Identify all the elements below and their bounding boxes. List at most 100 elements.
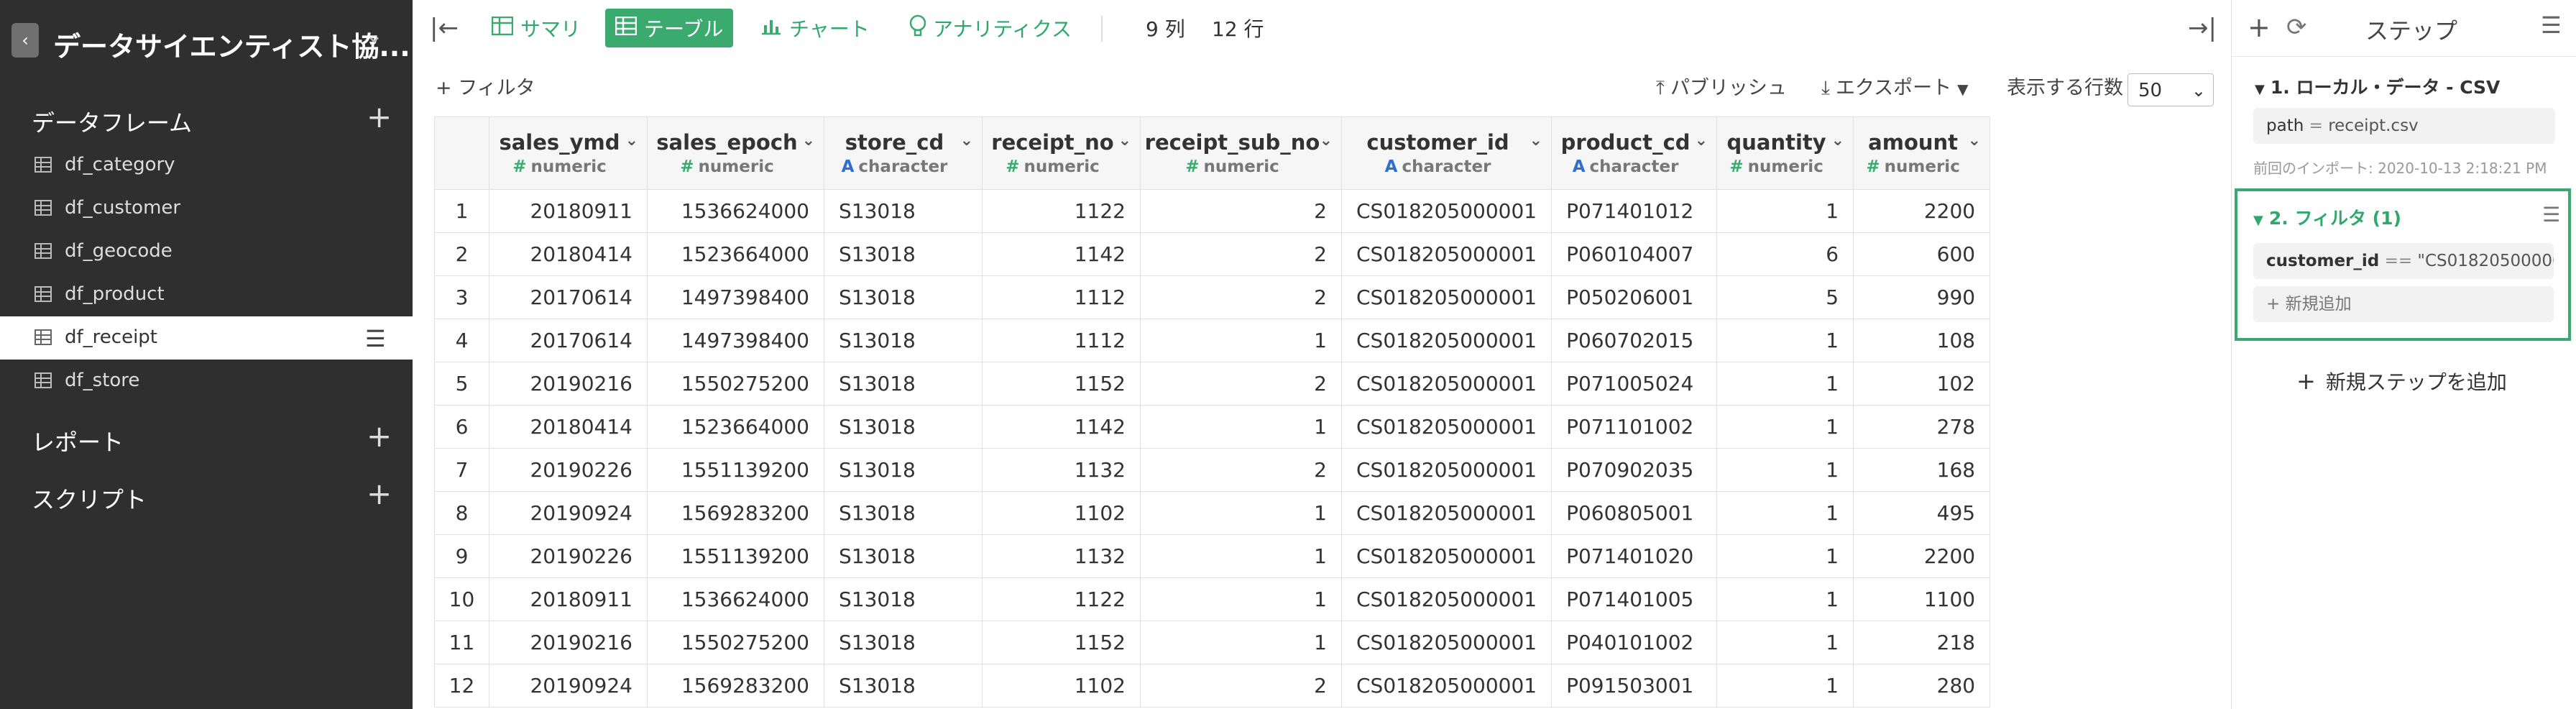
row-index[interactable]: 12: [434, 664, 489, 708]
table-cell[interactable]: CS018205000001: [1340, 232, 1552, 276]
table-cell[interactable]: S13018: [824, 405, 983, 449]
table-cell[interactable]: 20180911: [489, 577, 648, 621]
table-cell[interactable]: 280: [1853, 664, 1991, 708]
sidebar-item-df-geocode[interactable]: df_geocode: [0, 230, 413, 273]
table-cell[interactable]: 1: [1716, 534, 1854, 578]
table-cell[interactable]: 1569283200: [647, 491, 824, 535]
table-cell[interactable]: 20180911: [489, 189, 648, 233]
table-cell[interactable]: 1: [1140, 319, 1342, 362]
table-cell[interactable]: CS018205000001: [1340, 534, 1552, 578]
row-index[interactable]: 4: [434, 319, 489, 362]
column-header-receipt-no[interactable]: receipt_no # numeric ⌄: [982, 116, 1141, 190]
step-1-title[interactable]: ▼ 1. ローカル・データ - CSV: [2255, 73, 2500, 99]
table-row[interactable]: 4 20170614 1497398400 S13018 1112 1 CS01820500…: [434, 319, 1991, 362]
table-cell[interactable]: 168: [1853, 448, 1991, 492]
settings-sliders-icon[interactable]: ☰: [2541, 12, 2562, 39]
table-cell[interactable]: 1523664000: [647, 232, 824, 276]
table-cell[interactable]: CS018205000001: [1340, 405, 1552, 449]
back-button[interactable]: ‹: [12, 23, 39, 58]
table-cell[interactable]: 1122: [982, 577, 1141, 621]
table-cell[interactable]: S13018: [824, 664, 983, 708]
column-menu-chevron-icon[interactable]: ⌄: [1530, 132, 1542, 150]
table-cell[interactable]: 1: [1716, 577, 1854, 621]
table-cell[interactable]: 1100: [1853, 577, 1991, 621]
table-row[interactable]: 5 20190216 1550275200 S13018 1152 2 CS01820500…: [434, 362, 1991, 406]
column-header-store-cd[interactable]: store_cd Acharacter ⌄: [824, 116, 983, 190]
table-cell[interactable]: 1132: [982, 534, 1141, 578]
column-header-sales-ymd[interactable]: sales_ymd # numeric ⌄: [489, 116, 648, 190]
table-cell[interactable]: 1: [1716, 491, 1854, 535]
column-menu-chevron-icon[interactable]: ⌄: [1968, 132, 1981, 150]
row-index[interactable]: 9: [434, 534, 489, 578]
add-filter-button[interactable]: + フィルタ: [436, 72, 535, 100]
add-icon[interactable]: +: [2248, 12, 2271, 43]
table-cell[interactable]: 1551139200: [647, 448, 824, 492]
table-cell[interactable]: S13018: [824, 621, 983, 664]
table-cell[interactable]: 1: [1140, 491, 1342, 535]
sidebar-item-df-product[interactable]: df_product: [0, 273, 413, 316]
table-cell[interactable]: 278: [1853, 405, 1991, 449]
table-cell[interactable]: S13018: [824, 491, 983, 535]
table-cell[interactable]: 1: [1716, 664, 1854, 708]
table-cell[interactable]: 1: [1716, 621, 1854, 664]
table-cell[interactable]: 1: [1716, 405, 1854, 449]
table-cell[interactable]: 1102: [982, 664, 1141, 708]
tab-table[interactable]: テーブル: [605, 9, 734, 47]
publish-button[interactable]: ⤒ パブリッシュ: [1656, 72, 1787, 100]
table-cell[interactable]: 20190226: [489, 448, 648, 492]
table-cell[interactable]: 1551139200: [647, 534, 824, 578]
table-cell[interactable]: 1112: [982, 275, 1141, 319]
table-cell[interactable]: 20190226: [489, 534, 648, 578]
table-cell[interactable]: 1: [1716, 319, 1854, 362]
table-cell[interactable]: 990: [1853, 275, 1991, 319]
rows-per-page-select[interactable]: 50 ⌄: [2128, 73, 2214, 106]
table-row[interactable]: 8 20190924 1569283200 S13018 1102 1 CS01820500…: [434, 491, 1991, 535]
table-cell[interactable]: 1132: [982, 448, 1141, 492]
table-row[interactable]: 10 20180911 1536624000 S13018 1122 1 CS0182050…: [434, 577, 1991, 621]
add-report-button[interactable]: +: [367, 421, 392, 452]
tab-analytics[interactable]: アナリティクス: [908, 0, 1072, 56]
table-cell[interactable]: 1: [1140, 577, 1342, 621]
table-row[interactable]: 6 20180414 1523664000 S13018 1142 1 CS01820500…: [434, 405, 1991, 449]
table-cell[interactable]: P060702015: [1551, 319, 1718, 362]
table-cell[interactable]: 1102: [982, 491, 1141, 535]
table-cell[interactable]: S13018: [824, 319, 983, 362]
chevron-down-icon[interactable]: ⌄: [365, 23, 383, 48]
column-header-quantity[interactable]: quantity # numeric ⌄: [1716, 116, 1854, 190]
table-cell[interactable]: 20170614: [489, 319, 648, 362]
row-index[interactable]: 5: [434, 362, 489, 406]
collapse-right-icon[interactable]: →|: [2188, 0, 2217, 56]
table-row[interactable]: 7 20190226 1551139200 S13018 1132 2 CS01820500…: [434, 448, 1991, 492]
table-cell[interactable]: 20170614: [489, 275, 648, 319]
table-cell[interactable]: CS018205000001: [1340, 189, 1552, 233]
column-menu-chevron-icon[interactable]: ⌄: [1695, 132, 1708, 150]
table-cell[interactable]: 20190216: [489, 621, 648, 664]
hamburger-menu-icon[interactable]: ☰: [365, 325, 386, 352]
table-cell[interactable]: 1523664000: [647, 405, 824, 449]
add-dataframe-button[interactable]: +: [367, 102, 392, 132]
row-index[interactable]: 10: [434, 577, 489, 621]
row-index[interactable]: 11: [434, 621, 489, 664]
table-cell[interactable]: P071401005: [1551, 577, 1718, 621]
table-cell[interactable]: 20190216: [489, 362, 648, 406]
sidebar-item-df-store[interactable]: df_store: [0, 360, 413, 403]
table-cell[interactable]: P060805001: [1551, 491, 1718, 535]
table-cell[interactable]: S13018: [824, 275, 983, 319]
row-index[interactable]: 7: [434, 448, 489, 492]
table-cell[interactable]: 2: [1140, 664, 1342, 708]
add-script-button[interactable]: +: [367, 479, 392, 509]
tab-summary[interactable]: サマリ: [491, 0, 581, 56]
table-cell[interactable]: 218: [1853, 621, 1991, 664]
table-cell[interactable]: 20180414: [489, 232, 648, 276]
column-menu-chevron-icon[interactable]: ⌄: [802, 132, 815, 150]
table-cell[interactable]: 1569283200: [647, 664, 824, 708]
table-cell[interactable]: 20180414: [489, 405, 648, 449]
table-row[interactable]: 1 20180911 1536624000 S13018 1122 2 CS01820500…: [434, 189, 1991, 233]
table-cell[interactable]: P091503001: [1551, 664, 1718, 708]
row-index[interactable]: 6: [434, 405, 489, 449]
column-menu-chevron-icon[interactable]: ⌄: [625, 132, 638, 150]
table-row[interactable]: 3 20170614 1497398400 S13018 1112 2 CS01820500…: [434, 275, 1991, 319]
table-cell[interactable]: 20190924: [489, 491, 648, 535]
table-cell[interactable]: 495: [1853, 491, 1991, 535]
table-cell[interactable]: 20190924: [489, 664, 648, 708]
